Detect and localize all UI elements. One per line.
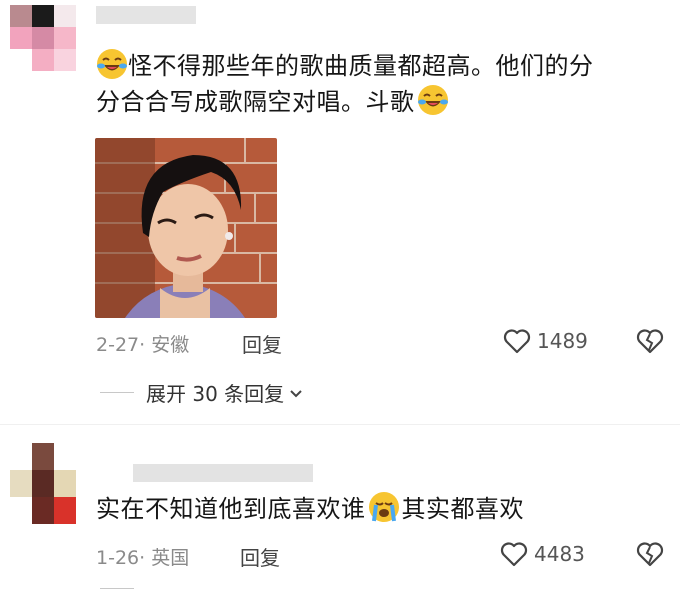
comment-separator — [0, 424, 680, 425]
dislike-button[interactable] — [636, 541, 664, 571]
like-button[interactable]: 1489 — [503, 328, 588, 354]
comment-text: 实在不知道他到底喜欢谁 其实都喜欢 — [96, 491, 676, 527]
laughing-crying-emoji — [417, 85, 448, 115]
expand-replies[interactable]: 展开 30 条回复 — [100, 378, 304, 407]
photo-illustration — [95, 138, 277, 318]
username-redacted — [96, 6, 196, 24]
avatar[interactable] — [10, 5, 76, 71]
like-count: 1489 — [537, 329, 588, 353]
comment-text: 怪不得那些年的歌曲质量都超高。他们的分 分合合写成歌隔空对唱。斗歌 — [96, 48, 676, 120]
next-row-partial — [100, 584, 300, 592]
comment-location: 英国 — [151, 547, 190, 569]
reply-button[interactable]: 回复 — [242, 329, 282, 358]
expand-replies-label: 展开 30 条回复 — [146, 382, 285, 406]
username-redacted — [133, 464, 313, 482]
laughing-crying-emoji — [97, 49, 127, 79]
heart-icon — [500, 542, 528, 567]
comment-image[interactable] — [95, 138, 277, 318]
dislike-button[interactable] — [636, 328, 664, 358]
comment-date: 2-27· 安徽 — [96, 334, 190, 356]
chevron-down-icon — [290, 389, 302, 397]
divider-line — [100, 392, 134, 393]
heart-icon — [503, 329, 531, 354]
broken-heart-icon — [636, 542, 664, 567]
crying-emoji — [368, 492, 399, 522]
reply-button[interactable]: 回复 — [240, 542, 280, 571]
comment-date: 1-26· 英国 — [96, 547, 190, 569]
like-button[interactable]: 4483 — [500, 541, 585, 567]
broken-heart-icon — [636, 329, 664, 354]
like-count: 4483 — [534, 542, 585, 566]
avatar[interactable] — [10, 443, 76, 524]
comment-location: 安徽 — [151, 334, 190, 356]
